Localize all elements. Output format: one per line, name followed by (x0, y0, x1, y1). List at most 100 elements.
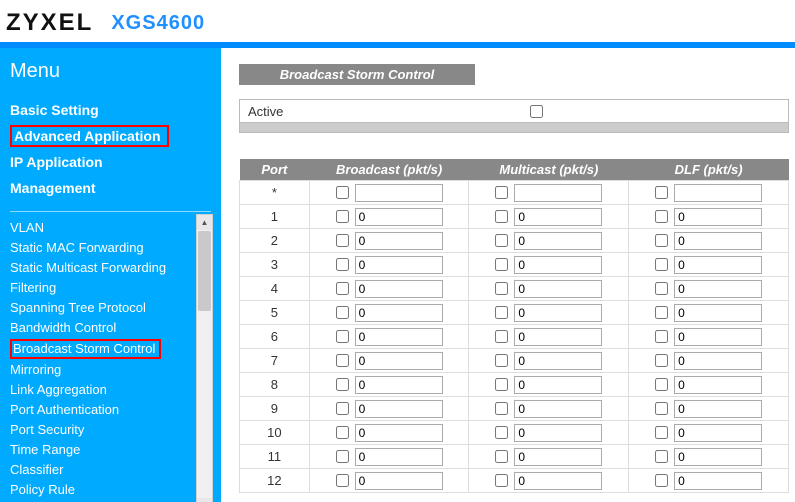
sub-nav-item[interactable]: Static Multicast Forwarding (10, 258, 201, 278)
mcast-input[interactable] (514, 208, 602, 226)
mcast-input[interactable] (514, 400, 602, 418)
bcast-input[interactable] (355, 352, 443, 370)
bcast-input[interactable] (355, 208, 443, 226)
bcast-input[interactable] (355, 304, 443, 322)
mcast-input[interactable] (514, 280, 602, 298)
scroll-up-icon[interactable]: ▲ (197, 215, 212, 230)
bcast-input[interactable] (355, 472, 443, 490)
main-nav-item[interactable]: Management (10, 175, 211, 201)
sub-nav-item[interactable]: Port Authentication (10, 400, 201, 420)
bcast-checkbox[interactable] (336, 186, 349, 199)
mcast-checkbox[interactable] (495, 426, 508, 439)
dlf-checkbox[interactable] (655, 354, 668, 367)
sub-nav-item[interactable]: Static MAC Forwarding (10, 238, 201, 258)
sub-nav-item[interactable]: Broadcast Storm Control (10, 339, 161, 359)
bcast-input[interactable] (355, 256, 443, 274)
bcast-checkbox[interactable] (336, 378, 349, 391)
dlf-checkbox[interactable] (655, 330, 668, 343)
mcast-checkbox[interactable] (495, 258, 508, 271)
scroll-thumb[interactable] (198, 231, 211, 311)
dlf-input[interactable] (674, 400, 762, 418)
mcast-checkbox[interactable] (495, 210, 508, 223)
mcast-input[interactable] (514, 472, 602, 490)
mcast-input[interactable] (514, 448, 602, 466)
dlf-input[interactable] (674, 208, 762, 226)
dlf-checkbox[interactable] (655, 186, 668, 199)
bcast-checkbox[interactable] (336, 450, 349, 463)
bcast-checkbox[interactable] (336, 330, 349, 343)
dlf-checkbox[interactable] (655, 450, 668, 463)
mcast-input[interactable] (514, 256, 602, 274)
bcast-checkbox[interactable] (336, 258, 349, 271)
dlf-checkbox[interactable] (655, 402, 668, 415)
mcast-checkbox[interactable] (495, 474, 508, 487)
dlf-input[interactable] (674, 304, 762, 322)
bcast-input[interactable] (355, 376, 443, 394)
mcast-input[interactable] (514, 184, 602, 202)
dlf-input[interactable] (674, 472, 762, 490)
dlf-checkbox[interactable] (655, 258, 668, 271)
bcast-checkbox[interactable] (336, 306, 349, 319)
dlf-checkbox[interactable] (655, 426, 668, 439)
dlf-input[interactable] (674, 424, 762, 442)
mcast-input[interactable] (514, 304, 602, 322)
mcast-checkbox[interactable] (495, 402, 508, 415)
mcast-input[interactable] (514, 352, 602, 370)
mcast-input[interactable] (514, 232, 602, 250)
sub-nav-item[interactable]: Spanning Tree Protocol (10, 298, 201, 318)
dlf-input[interactable] (674, 448, 762, 466)
sub-nav-item[interactable]: Link Aggregation (10, 380, 201, 400)
dlf-input[interactable] (674, 256, 762, 274)
bcast-checkbox[interactable] (336, 210, 349, 223)
dlf-input[interactable] (674, 280, 762, 298)
bcast-input[interactable] (355, 400, 443, 418)
dlf-input[interactable] (674, 352, 762, 370)
dlf-checkbox[interactable] (655, 210, 668, 223)
main-nav-item[interactable]: Basic Setting (10, 97, 211, 123)
dlf-checkbox[interactable] (655, 234, 668, 247)
sub-nav-item[interactable]: VLAN (10, 218, 201, 238)
main-nav-item[interactable]: Advanced Application (10, 125, 169, 147)
bcast-checkbox[interactable] (336, 426, 349, 439)
bcast-input[interactable] (355, 424, 443, 442)
mcast-input[interactable] (514, 328, 602, 346)
mcast-checkbox[interactable] (495, 186, 508, 199)
sub-nav-item[interactable]: Filtering (10, 278, 201, 298)
active-checkbox[interactable] (530, 105, 543, 118)
main-nav-item[interactable]: IP Application (10, 149, 211, 175)
bcast-checkbox[interactable] (336, 282, 349, 295)
mcast-checkbox[interactable] (495, 234, 508, 247)
bcast-input[interactable] (355, 328, 443, 346)
dlf-input[interactable] (674, 184, 762, 202)
dlf-checkbox[interactable] (655, 378, 668, 391)
sub-nav-item[interactable]: Mirroring (10, 360, 201, 380)
scroll-down-icon[interactable]: ▼ (197, 498, 212, 502)
bcast-checkbox[interactable] (336, 402, 349, 415)
sidebar-scrollbar[interactable]: ▲ ▼ (196, 214, 213, 502)
dlf-checkbox[interactable] (655, 474, 668, 487)
dlf-input[interactable] (674, 232, 762, 250)
bcast-checkbox[interactable] (336, 354, 349, 367)
mcast-checkbox[interactable] (495, 450, 508, 463)
sub-nav-item[interactable]: Time Range (10, 440, 201, 460)
sub-nav-item[interactable]: Policy Rule (10, 480, 201, 500)
mcast-input[interactable] (514, 424, 602, 442)
bcast-input[interactable] (355, 232, 443, 250)
mcast-checkbox[interactable] (495, 354, 508, 367)
dlf-input[interactable] (674, 376, 762, 394)
bcast-checkbox[interactable] (336, 234, 349, 247)
dlf-checkbox[interactable] (655, 282, 668, 295)
mcast-checkbox[interactable] (495, 330, 508, 343)
sub-nav-item[interactable]: Classifier (10, 460, 201, 480)
mcast-input[interactable] (514, 376, 602, 394)
mcast-checkbox[interactable] (495, 306, 508, 319)
sub-nav-item[interactable]: Port Security (10, 420, 201, 440)
bcast-checkbox[interactable] (336, 474, 349, 487)
dlf-input[interactable] (674, 328, 762, 346)
mcast-checkbox[interactable] (495, 282, 508, 295)
dlf-checkbox[interactable] (655, 306, 668, 319)
mcast-checkbox[interactable] (495, 378, 508, 391)
bcast-input[interactable] (355, 280, 443, 298)
sub-nav-item[interactable]: Bandwidth Control (10, 318, 201, 338)
bcast-input[interactable] (355, 448, 443, 466)
